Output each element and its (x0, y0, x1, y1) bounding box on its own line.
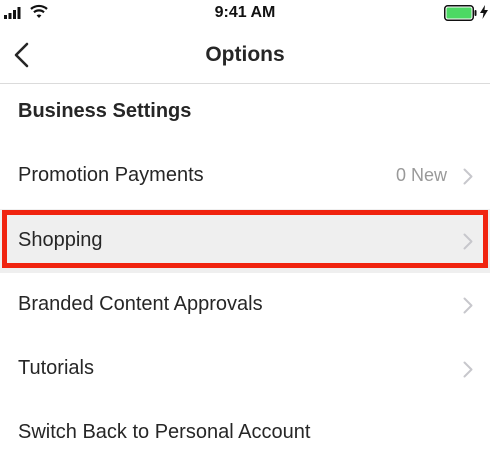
row-label: Branded Content Approvals (18, 293, 263, 315)
chevron-right-icon (463, 233, 473, 250)
chevron-right-icon (463, 297, 473, 314)
row-label: Promotion Payments (18, 164, 204, 186)
row-branded-content-approvals[interactable]: Branded Content Approvals (0, 273, 490, 337)
chevron-right-icon (463, 361, 473, 378)
status-bar: 9:41 AM (0, 0, 490, 26)
charging-bolt-icon (480, 5, 488, 19)
navigation-bar: Options (0, 26, 490, 84)
chevron-right-icon (463, 168, 473, 185)
row-shopping[interactable]: Shopping (0, 209, 490, 273)
status-time: 9:41 AM (214, 4, 276, 21)
row-promotion-payments[interactable]: Promotion Payments 0 New (0, 144, 490, 208)
row-label: Tutorials (18, 357, 94, 379)
row-switch-back-personal-account[interactable]: Switch Back to Personal Account (0, 401, 490, 459)
row-label: Switch Back to Personal Account (18, 421, 311, 443)
section-header-business-settings: Business Settings (18, 100, 192, 122)
row-tutorials[interactable]: Tutorials (0, 337, 490, 401)
row-label: Shopping (18, 229, 103, 251)
row-badge-value: 0 New (395, 165, 447, 185)
battery-charging-icon (444, 5, 477, 21)
page-title: Options (205, 43, 285, 66)
